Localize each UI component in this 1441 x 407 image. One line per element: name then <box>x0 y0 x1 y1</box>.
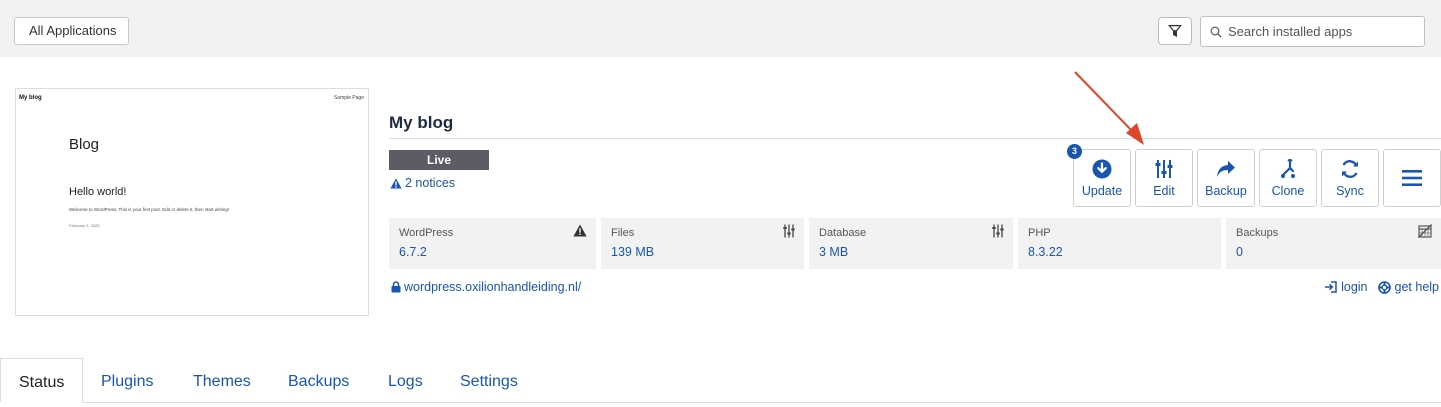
share-arrow-icon <box>1217 161 1235 177</box>
stat-backups-value: 0 <box>1236 245 1243 259</box>
search-box[interactable] <box>1200 16 1425 47</box>
sync-label: Sync <box>1336 184 1364 198</box>
update-button[interactable]: 3 Update <box>1067 144 1131 207</box>
preview-post-date: February 3, 2025 <box>69 223 100 228</box>
site-url-label: wordpress.oxilionhandleiding.nl/ <box>404 280 582 294</box>
tab-themes[interactable]: Themes <box>175 358 269 403</box>
stat-wordpress[interactable]: WordPress 6.7.2 <box>389 218 596 269</box>
stat-database[interactable]: Database 3 MB <box>809 218 1013 269</box>
stat-database-value: 3 MB <box>819 245 849 259</box>
clone-button[interactable]: Clone <box>1259 149 1317 207</box>
sliders-icon <box>992 224 1004 238</box>
lock-icon <box>391 281 401 293</box>
preview-post-title: Hello world! <box>69 186 127 198</box>
get-help-label: get help <box>1394 280 1439 294</box>
stat-php[interactable]: PHP 8.3.22 <box>1018 218 1221 269</box>
update-count-badge: 3 <box>1067 144 1082 159</box>
all-applications-button[interactable]: All Applications <box>14 17 130 45</box>
clone-label: Clone <box>1271 184 1305 198</box>
login-icon <box>1325 281 1337 293</box>
get-help-link[interactable]: get help <box>1377 280 1439 294</box>
stat-files-value: 139 MB <box>611 245 655 259</box>
stat-backups-label: Backups <box>1236 227 1279 239</box>
stat-wordpress-label: WordPress <box>399 227 454 239</box>
download-circle-icon <box>1092 159 1112 179</box>
filter-button[interactable] <box>1158 17 1192 45</box>
sliders-icon <box>1155 160 1173 178</box>
stat-files[interactable]: Files 139 MB <box>601 218 804 269</box>
stat-files-label: Files <box>611 227 635 239</box>
tab-backups[interactable]: Backups <box>270 358 367 403</box>
backup-button[interactable]: Backup <box>1197 149 1255 207</box>
calendar-disabled-icon <box>1418 224 1432 238</box>
warning-icon <box>573 224 587 237</box>
stat-php-label: PHP <box>1028 227 1051 239</box>
notices-link[interactable]: 2 notices <box>390 176 455 190</box>
edit-label: Edit <box>1153 184 1175 198</box>
lifebuoy-icon <box>1377 280 1391 294</box>
site-preview-thumbnail[interactable]: My blog Sample Page Blog Hello world! We… <box>15 88 369 316</box>
top-bar: All Applications <box>0 0 1441 57</box>
all-applications-label: All Applications <box>29 23 117 38</box>
site-url-link[interactable]: wordpress.oxilionhandleiding.nl/ <box>391 280 581 294</box>
backup-label: Backup <box>1205 184 1247 198</box>
notices-label: 2 notices <box>405 176 456 190</box>
fork-icon <box>1281 159 1295 178</box>
more-menu-button[interactable] <box>1383 149 1441 207</box>
tab-settings[interactable]: Settings <box>442 358 536 403</box>
preview-nav-item: Sample Page <box>333 95 364 101</box>
warning-icon <box>390 178 402 188</box>
tab-plugins[interactable]: Plugins <box>83 358 171 403</box>
action-toolbar: 3 Update Edit Backup Clone Sync <box>1067 144 1441 207</box>
filter-icon <box>1168 25 1182 37</box>
search-icon <box>1210 26 1222 37</box>
tab-status[interactable]: Status <box>0 358 84 403</box>
tab-logs[interactable]: Logs <box>370 358 441 403</box>
update-label: Update <box>1081 184 1123 198</box>
edit-button[interactable]: Edit <box>1135 149 1193 207</box>
preview-page-title: Blog <box>69 136 100 153</box>
preview-post-excerpt: Welcome to WordPress. This is your first… <box>69 207 230 212</box>
login-link[interactable]: login <box>1324 280 1368 294</box>
login-label: login <box>1341 280 1368 294</box>
stat-database-label: Database <box>819 227 867 239</box>
search-input[interactable] <box>1228 24 1418 39</box>
app-title: My blog <box>389 113 454 132</box>
stat-wordpress-value: 6.7.2 <box>399 245 427 259</box>
sliders-icon <box>783 224 795 238</box>
tab-bar: Status Plugins Themes Backups Logs Setti… <box>0 358 1441 403</box>
stats-strip: WordPress 6.7.2 Files 139 MB Database 3 … <box>389 218 1441 269</box>
hamburger-menu-icon <box>1402 170 1422 186</box>
divider <box>389 138 1441 139</box>
stat-backups[interactable]: Backups 0 <box>1226 218 1441 269</box>
preview-site-name: My blog <box>19 95 42 101</box>
stat-php-value: 8.3.22 <box>1028 245 1063 259</box>
quick-links: login get help <box>1324 280 1439 294</box>
status-badge: Live <box>389 150 489 170</box>
sync-button[interactable]: Sync <box>1321 149 1379 207</box>
sync-icon <box>1342 160 1358 178</box>
